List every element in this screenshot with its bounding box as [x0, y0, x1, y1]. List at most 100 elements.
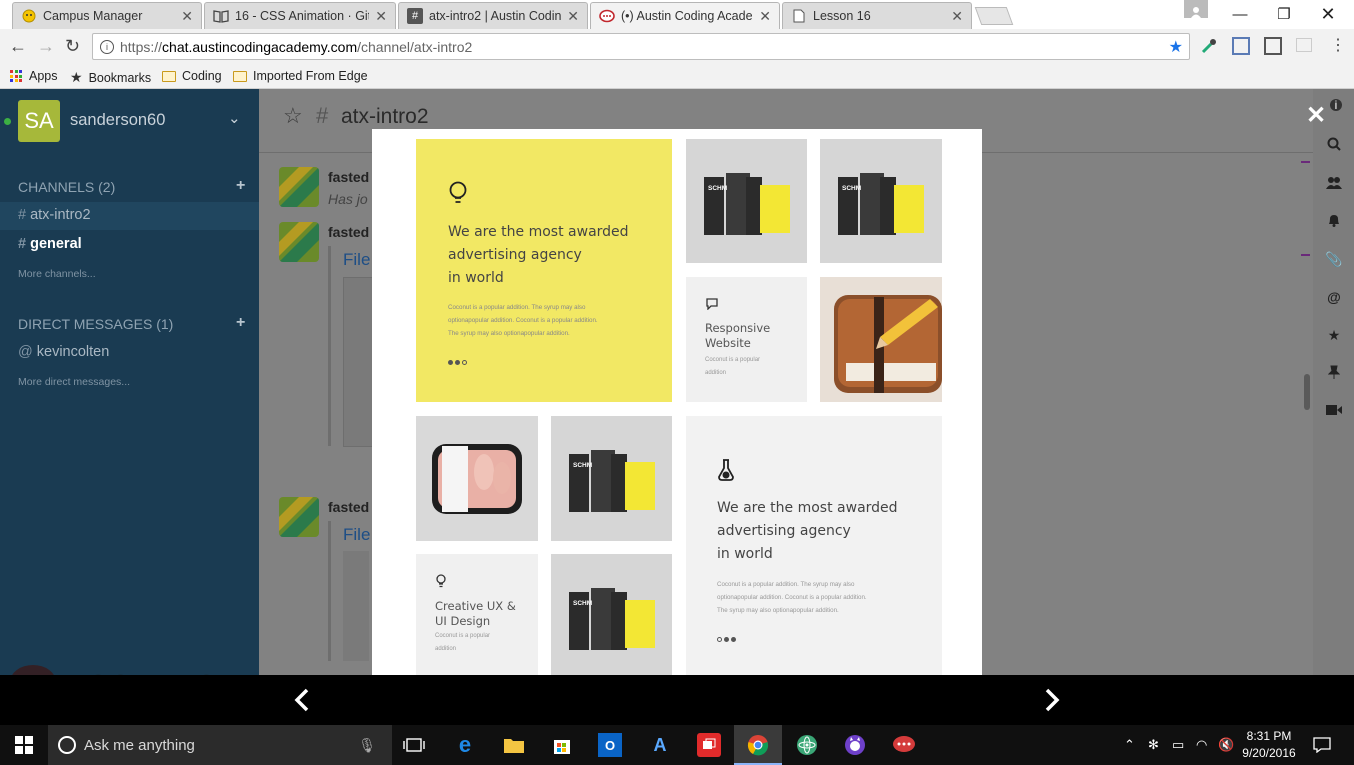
pin-icon[interactable] — [1325, 365, 1343, 383]
screen-capture-icon[interactable] — [1232, 37, 1250, 55]
unread-marker — [1301, 254, 1310, 256]
room-title: atx-intro2 — [341, 105, 429, 128]
outlook-icon[interactable]: O — [598, 733, 622, 757]
message-author[interactable]: fasted — [328, 499, 369, 515]
avatar[interactable]: SA — [18, 100, 60, 142]
more-channels-link[interactable]: More channels... — [18, 268, 96, 280]
previous-arrow-icon[interactable] — [290, 685, 314, 715]
avatar[interactable] — [279, 167, 319, 207]
add-channel-plus-icon[interactable]: + — [236, 177, 245, 195]
more-direct-messages-link[interactable]: More direct messages... — [18, 376, 130, 388]
coding-folder[interactable]: Coding — [162, 69, 222, 83]
file-explorer-icon[interactable] — [502, 733, 526, 757]
hero2-title-line: in world — [717, 546, 773, 562]
bookmarks-bookmark[interactable]: ★ Bookmarks — [70, 69, 151, 86]
info-icon[interactable]: i — [1330, 99, 1342, 111]
close-icon[interactable]: ✕ — [951, 8, 963, 25]
avatar[interactable] — [279, 497, 319, 537]
tab-austin-coding-academy[interactable]: (•) Austin Coding Acader ✕ — [590, 2, 780, 29]
store-icon[interactable] — [550, 733, 574, 757]
microphone-icon[interactable]: 🎙 — [358, 737, 376, 754]
info-icon[interactable]: i — [100, 39, 114, 54]
bell-icon[interactable] — [1325, 213, 1343, 231]
forward-arrow-icon[interactable]: → — [37, 36, 55, 57]
username[interactable]: sanderson60 — [70, 111, 165, 130]
profile-icon[interactable] — [1184, 0, 1208, 18]
volume-muted-icon[interactable]: 🔇 — [1218, 737, 1234, 753]
attachment-thumbnail[interactable] — [343, 551, 369, 661]
tab-atx-intro2[interactable]: # atx-intro2 | Austin Codin ✕ — [398, 2, 588, 29]
eyedropper-extension-icon[interactable] — [1200, 37, 1218, 55]
fullscreen-extension-icon[interactable] — [1264, 37, 1282, 55]
task-view-icon[interactable] — [402, 733, 426, 757]
carousel-dots[interactable] — [448, 360, 467, 365]
search-icon[interactable] — [1325, 137, 1343, 155]
close-icon[interactable]: ✕ — [759, 8, 771, 25]
star-icon[interactable]: ★ — [1325, 327, 1343, 345]
message-author[interactable]: fasted — [328, 169, 369, 185]
slides-app-icon[interactable] — [697, 733, 721, 757]
close-icon[interactable]: ✕ — [181, 8, 193, 25]
hero-title: We are the most awarded advertising agen… — [448, 221, 629, 290]
rocket-chat-app-icon[interactable] — [892, 733, 916, 757]
message-author[interactable]: fasted — [328, 224, 369, 240]
minimize-icon[interactable]: — — [1218, 0, 1262, 28]
members-icon[interactable] — [1325, 175, 1343, 193]
address-bar[interactable]: i https://chat.austincodingacademy.com/c… — [92, 33, 1190, 60]
restore-icon[interactable]: ❐ — [1262, 0, 1306, 28]
close-icon[interactable]: ✕ — [375, 8, 387, 25]
cortana-icon — [58, 736, 76, 754]
reload-icon[interactable]: ↻ — [65, 36, 80, 57]
carousel-dots[interactable] — [717, 637, 736, 642]
hero-body-line: The syrup may also optionapopular additi… — [448, 330, 570, 337]
close-window-icon[interactable]: ✕ — [1306, 0, 1350, 28]
chevron-down-icon[interactable]: ⌄ — [228, 109, 241, 127]
next-arrow-icon[interactable] — [1040, 685, 1064, 715]
channels-header[interactable]: CHANNELS (2) — [18, 179, 115, 195]
hero-body: Coconut is a popular addition. The syrup… — [448, 301, 598, 340]
sidebar-item-kevincolten[interactable]: @ kevincolten — [18, 344, 109, 360]
sidebar-item-general[interactable]: # general — [18, 236, 82, 252]
tab-lesson-16[interactable]: Lesson 16 ✕ — [782, 2, 972, 29]
avatar[interactable] — [279, 222, 319, 262]
github-icon[interactable] — [843, 733, 867, 757]
cast-icon[interactable] — [1296, 38, 1312, 52]
direct-messages-header[interactable]: DIRECT MESSAGES (1) — [18, 316, 173, 332]
azure-icon[interactable]: A — [648, 733, 672, 757]
sidebar-item-atx-intro2[interactable]: # atx-intro2 — [18, 207, 91, 223]
scrollbar[interactable] — [1304, 374, 1310, 410]
network-gear-icon[interactable]: ✻ — [1148, 737, 1159, 753]
new-tab-button[interactable] — [974, 7, 1014, 25]
mentions-icon[interactable]: @ — [1325, 289, 1343, 307]
chrome-icon[interactable] — [746, 733, 770, 757]
close-lightbox-icon[interactable]: ✕ — [1306, 101, 1326, 130]
feature-title-line: Responsive — [705, 321, 771, 335]
menu-kebab-icon[interactable]: ⋮ — [1330, 35, 1346, 55]
apps-bookmark[interactable]: Apps — [10, 69, 58, 83]
add-dm-plus-icon[interactable]: + — [236, 314, 245, 332]
clock[interactable]: 8:31 PM 9/20/2016 — [1238, 728, 1300, 762]
back-arrow-icon[interactable]: ← — [9, 36, 27, 57]
tab-campus-manager[interactable]: Campus Manager ✕ — [12, 2, 202, 29]
file-attachment-link[interactable]: File — [343, 525, 370, 545]
battery-icon[interactable]: ▭ — [1172, 737, 1184, 753]
attachment-thumbnail[interactable] — [343, 277, 373, 447]
cortana-search-box[interactable]: Ask me anything 🎙 — [48, 725, 392, 765]
bookmark-star-icon[interactable]: ★ — [1169, 37, 1183, 57]
video-camera-icon[interactable] — [1325, 403, 1343, 421]
atom-icon[interactable] — [795, 733, 819, 757]
favorite-star-icon[interactable]: ☆ — [283, 103, 303, 129]
action-center-icon[interactable] — [1310, 733, 1334, 757]
close-icon[interactable]: ✕ — [567, 8, 579, 25]
windows-start-icon[interactable] — [12, 733, 36, 757]
paperclip-icon[interactable]: 📎 — [1325, 251, 1343, 269]
edge-browser-icon[interactable]: e — [453, 732, 477, 757]
smiley-face-icon — [21, 8, 37, 24]
tab-css-animation[interactable]: 16 - CSS Animation · GitB ✕ — [204, 2, 396, 29]
chevron-up-icon[interactable]: ⌃ — [1124, 737, 1135, 753]
imported-from-edge-folder[interactable]: Imported From Edge — [233, 69, 368, 83]
notebook-app-icon-image — [820, 277, 942, 402]
file-attachment-link[interactable]: File — [343, 250, 370, 270]
attachment-bar — [328, 246, 331, 446]
wifi-icon[interactable]: ◠ — [1196, 737, 1207, 753]
